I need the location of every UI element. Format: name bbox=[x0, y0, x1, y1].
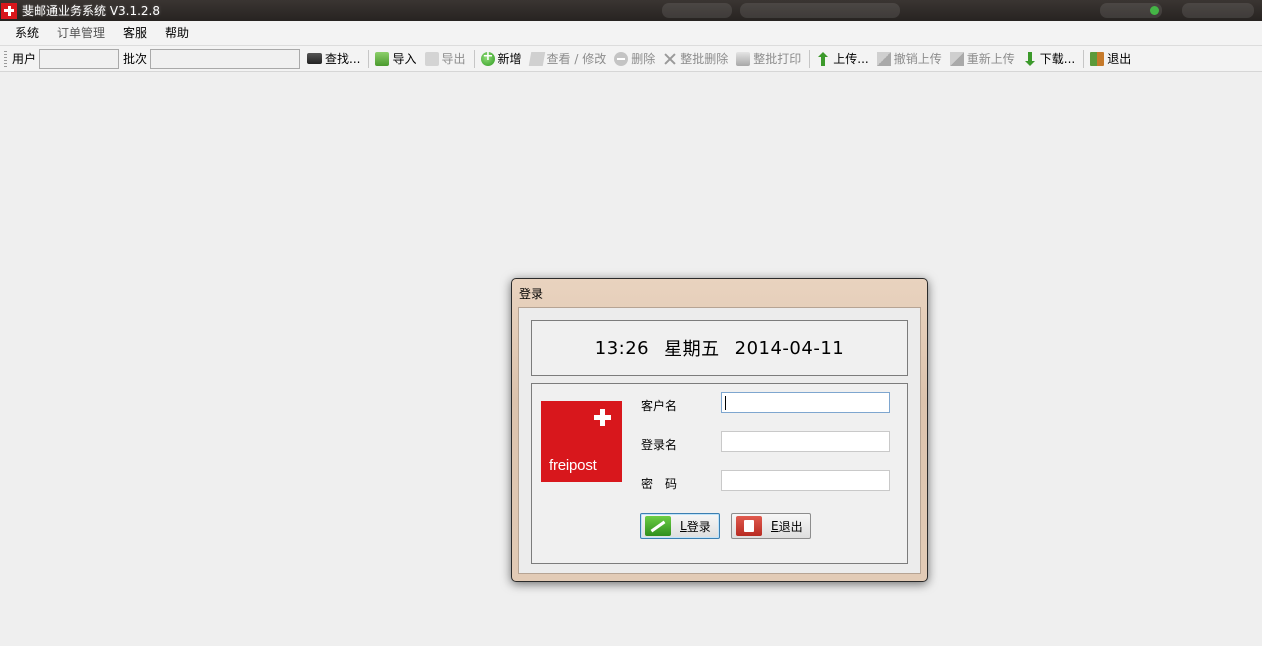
window-titlebar[interactable]: 斐邮通业务系统 V3.1.2.8 bbox=[0, 0, 1262, 21]
batch-print-button[interactable]: 整批打印 bbox=[733, 48, 804, 70]
login-key-icon bbox=[645, 516, 671, 536]
toolbar-grip[interactable] bbox=[4, 50, 7, 67]
import-label: 导入 bbox=[392, 52, 417, 66]
view-edit-button[interactable]: 查看 / 修改 bbox=[527, 48, 610, 70]
text-caret bbox=[725, 396, 726, 410]
clock-panel: 13:26 星期五 2014-04-11 bbox=[531, 320, 908, 376]
find-label: 查找... bbox=[325, 52, 361, 66]
plus-circle-icon bbox=[480, 49, 495, 66]
login-name-label: 登录名 bbox=[641, 438, 678, 452]
clock-date: 2014-04-11 bbox=[734, 337, 845, 359]
printer-icon bbox=[736, 51, 751, 66]
login-accelerator: L bbox=[680, 519, 687, 533]
import-icon bbox=[375, 51, 390, 66]
login-panel: freipost 客户名 登录名 密 码 L 登录 E 退出 bbox=[531, 383, 908, 564]
exit-accelerator: E bbox=[771, 519, 779, 533]
reupload-button[interactable]: 重新上传 bbox=[947, 48, 1018, 70]
login-dialog: 登录 13:26 星期五 2014-04-11 freipost 客户名 登录名… bbox=[511, 278, 928, 582]
batch-label: 批次 bbox=[123, 52, 148, 66]
dialog-exit-button[interactable]: E 退出 bbox=[731, 513, 811, 539]
download-label: 下载... bbox=[1039, 52, 1076, 66]
freipost-logo: freipost bbox=[541, 401, 622, 482]
exit-button[interactable]: 退出 bbox=[1087, 48, 1134, 70]
batch-print-label: 整批打印 bbox=[753, 52, 802, 66]
exit-label: 退出 bbox=[1107, 52, 1132, 66]
upload-button[interactable]: 上传... bbox=[813, 48, 871, 70]
import-button[interactable]: 导入 bbox=[372, 48, 419, 70]
toolbar-separator bbox=[1083, 49, 1085, 68]
customer-name-label: 客户名 bbox=[641, 399, 678, 413]
menu-help[interactable]: 帮助 bbox=[156, 21, 198, 46]
add-label: 新增 bbox=[497, 52, 522, 66]
upload-label: 上传... bbox=[833, 52, 869, 66]
flag-icon bbox=[949, 51, 964, 66]
arrow-down-icon bbox=[1023, 51, 1037, 66]
login-button-label: 登录 bbox=[686, 519, 711, 534]
user-label: 用户 bbox=[12, 52, 37, 66]
binoculars-icon bbox=[307, 53, 323, 64]
customer-name-input[interactable] bbox=[721, 392, 890, 413]
batch-input[interactable] bbox=[150, 48, 301, 69]
taskbar-blur bbox=[740, 3, 900, 18]
swiss-cross-app-icon bbox=[1, 2, 17, 19]
download-button[interactable]: 下载... bbox=[1020, 48, 1078, 70]
arrow-up-icon bbox=[816, 51, 830, 66]
delete-button[interactable]: 删除 bbox=[611, 48, 658, 70]
flag-icon bbox=[876, 51, 891, 66]
pencil-icon bbox=[528, 51, 545, 66]
login-name-input[interactable] bbox=[721, 431, 890, 452]
menu-customer-service[interactable]: 客服 bbox=[114, 21, 156, 46]
batch-delete-button[interactable]: 整批删除 bbox=[660, 48, 731, 70]
menu-bar: 系统 订单管理 客服 帮助 bbox=[0, 21, 1262, 46]
clock-weekday: 星期五 bbox=[664, 339, 720, 360]
password-input[interactable] bbox=[721, 470, 890, 491]
status-dot-icon bbox=[1150, 6, 1159, 15]
menu-system[interactable]: 系统 bbox=[6, 21, 48, 46]
add-button[interactable]: 新增 bbox=[478, 48, 525, 70]
toolbar-separator bbox=[809, 49, 811, 68]
dialog-title: 登录 bbox=[519, 287, 544, 301]
taskbar-blur bbox=[662, 3, 732, 18]
reupload-label: 重新上传 bbox=[966, 52, 1015, 66]
batch-delete-label: 整批删除 bbox=[680, 52, 729, 66]
toolbar-separator bbox=[473, 49, 475, 68]
exit-icon bbox=[736, 516, 762, 536]
exit-button-label: 退出 bbox=[778, 519, 803, 534]
logo-text: freipost bbox=[549, 457, 597, 474]
export-button[interactable]: 导出 bbox=[422, 48, 469, 70]
login-button[interactable]: L 登录 bbox=[640, 513, 720, 539]
toolbar-separator bbox=[368, 49, 370, 68]
x-icon bbox=[663, 52, 677, 66]
exit-door-icon bbox=[1090, 51, 1105, 66]
toolbar: 用户 批次 查找... 导入 导出 新增 查看 / 修改 删除 整批删除 整批打… bbox=[0, 46, 1262, 72]
clock-time: 13:26 bbox=[594, 337, 650, 359]
menu-order-management[interactable]: 订单管理 bbox=[48, 21, 114, 46]
window-title: 斐邮通业务系统 V3.1.2.8 bbox=[22, 4, 161, 18]
cancel-upload-button[interactable]: 撤销上传 bbox=[874, 48, 945, 70]
find-button[interactable]: 查找... bbox=[304, 48, 363, 70]
delete-label: 删除 bbox=[631, 52, 656, 66]
view-edit-label: 查看 / 修改 bbox=[546, 52, 607, 66]
taskbar-blur bbox=[1182, 3, 1254, 18]
user-input[interactable] bbox=[39, 48, 120, 69]
export-icon bbox=[424, 51, 439, 66]
password-label: 密 码 bbox=[641, 477, 678, 491]
export-label: 导出 bbox=[441, 52, 466, 66]
minus-circle-icon bbox=[614, 51, 629, 66]
cancel-upload-label: 撤销上传 bbox=[893, 52, 942, 66]
dialog-body: 13:26 星期五 2014-04-11 freipost 客户名 登录名 密 … bbox=[518, 307, 921, 574]
